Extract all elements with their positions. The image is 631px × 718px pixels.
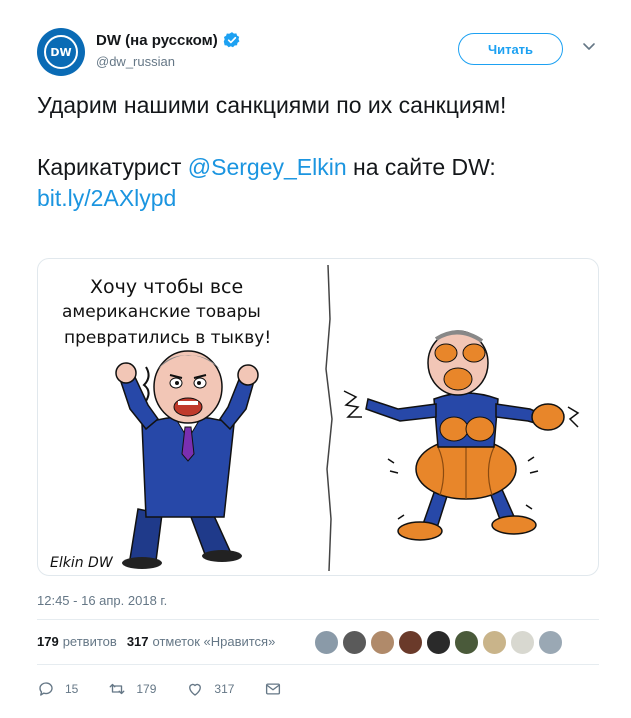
retweet-button[interactable]: 179 bbox=[108, 680, 156, 698]
liker-avatar[interactable] bbox=[510, 630, 535, 655]
tweet-line-2: Карикатурист @Sergey_Elkin на сайте DW: bbox=[37, 152, 597, 183]
tweet-line-2-suffix: на сайте DW: bbox=[346, 154, 496, 180]
cartoon-signature: Elkin DW bbox=[50, 555, 114, 571]
speech-line-2: американские товары bbox=[62, 302, 261, 322]
author-handle[interactable]: @dw_russian bbox=[96, 54, 175, 69]
speech-line-3: превратились в тыкву! bbox=[64, 328, 271, 348]
liker-avatar[interactable] bbox=[370, 630, 395, 655]
retweet-icon bbox=[109, 683, 125, 695]
follow-button[interactable]: Читать bbox=[458, 33, 563, 65]
tweet-text: Ударим нашими санкциями по их санкциям! … bbox=[37, 90, 597, 214]
likers-avatars[interactable] bbox=[314, 630, 563, 655]
direct-message-button[interactable] bbox=[264, 680, 282, 698]
tweet-line-2-prefix: Карикатурист bbox=[37, 154, 188, 180]
envelope-icon bbox=[266, 683, 281, 695]
url-link[interactable]: bit.ly/2AXlypd bbox=[37, 185, 176, 211]
author-name-row[interactable]: DW (на русском) bbox=[96, 31, 241, 49]
liker-avatar[interactable] bbox=[454, 630, 479, 655]
tweet-actions: 15 179 317 bbox=[37, 680, 312, 698]
reply-button[interactable]: 15 bbox=[37, 680, 78, 698]
avatar[interactable]: DW bbox=[37, 28, 85, 76]
liker-avatar[interactable] bbox=[426, 630, 451, 655]
tweet-line-1: Ударим нашими санкциями по их санкциям! bbox=[37, 92, 507, 118]
dw-logo: DW bbox=[44, 35, 78, 69]
cartoon-image[interactable]: Хочу чтобы все американские товары превр… bbox=[37, 258, 599, 576]
likes-label: отметок «Нравится» bbox=[152, 634, 276, 649]
engagement-stats: 179 ретвитов 317 отметок «Нравится» bbox=[37, 634, 285, 649]
tweet-timestamp[interactable]: 12:45 - 16 апр. 2018 г. bbox=[37, 593, 167, 608]
likes-count: 317 bbox=[126, 634, 149, 649]
likes-stat[interactable]: 317 отметок «Нравится» bbox=[127, 634, 276, 649]
liker-avatar[interactable] bbox=[342, 630, 367, 655]
liker-avatar[interactable] bbox=[482, 630, 507, 655]
like-count: 317 bbox=[214, 682, 235, 696]
verified-icon bbox=[223, 32, 240, 48]
pumpkin-figure bbox=[343, 330, 580, 541]
speech-line-1: Хочу чтобы все bbox=[90, 276, 243, 298]
retweets-label: ретвитов bbox=[62, 634, 117, 649]
liker-avatar[interactable] bbox=[314, 630, 339, 655]
liker-avatar[interactable] bbox=[398, 630, 423, 655]
cartoon-drawing: Хочу чтобы все американские товары превр… bbox=[50, 264, 580, 572]
display-name[interactable]: DW (на русском) bbox=[96, 32, 218, 49]
heart-icon bbox=[189, 683, 202, 696]
chevron-down-icon[interactable] bbox=[582, 42, 596, 52]
liker-avatar[interactable] bbox=[538, 630, 563, 655]
retweets-stat[interactable]: 179 ретвитов bbox=[37, 634, 117, 649]
retweets-count: 179 bbox=[37, 634, 59, 649]
reply-icon bbox=[39, 682, 53, 696]
angry-official-figure bbox=[115, 350, 259, 569]
mention-link[interactable]: @Sergey_Elkin bbox=[188, 154, 347, 180]
like-button[interactable]: 317 bbox=[186, 680, 234, 698]
divider bbox=[37, 664, 599, 665]
retweet-count: 179 bbox=[136, 682, 157, 696]
divider bbox=[37, 619, 599, 620]
reply-count: 15 bbox=[65, 682, 79, 696]
